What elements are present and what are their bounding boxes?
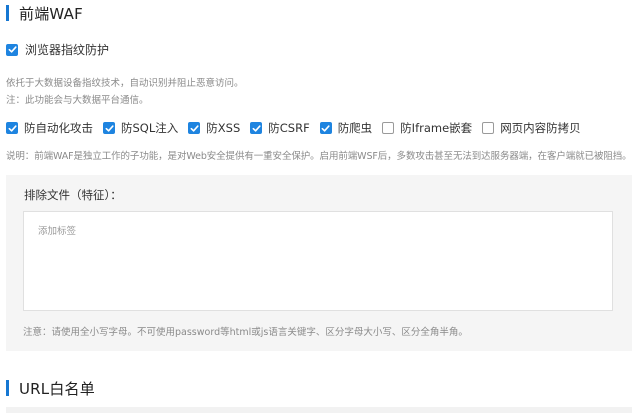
- anti-csrf-label[interactable]: 防CSRF: [268, 120, 309, 136]
- anti-crawler-label[interactable]: 防爬虫: [338, 120, 373, 136]
- check-icon: [8, 46, 17, 53]
- url-whitelist-section-header: URL白名单: [6, 377, 95, 399]
- waf-description: 说明：前端WAF是独立工作的子功能，是对Web安全提供有一重安全保护。启用前端W…: [6, 151, 632, 162]
- waf-section-title: 前端WAF: [19, 4, 83, 23]
- fingerprint-note: 注：此功能会与大数据平台通信。: [6, 95, 149, 106]
- anti-iframe-label[interactable]: 防Iframe嵌套: [400, 120, 472, 136]
- option-anti-sql-injection[interactable]: 防SQL注入: [103, 120, 178, 136]
- tag-input-placeholder[interactable]: 添加标签: [38, 223, 76, 237]
- anti-sql-injection-checkbox[interactable]: [103, 122, 115, 134]
- check-icon: [321, 124, 330, 132]
- option-anti-iframe[interactable]: 防Iframe嵌套: [382, 120, 472, 136]
- waf-section-header: 前端WAF: [6, 2, 83, 24]
- fingerprint-hint: 依托于大数据设备指纹技术，自动识别并阻止恶意访问。: [6, 78, 244, 89]
- anti-xss-checkbox[interactable]: [188, 122, 201, 134]
- anti-xss-label[interactable]: 防XSS: [206, 120, 240, 136]
- fingerprint-label[interactable]: 浏览器指纹防护: [25, 41, 109, 58]
- anti-copy-label[interactable]: 网页内容防拷贝: [500, 120, 581, 136]
- section-accent-bar: [6, 380, 9, 396]
- section-accent-bar: [6, 5, 9, 21]
- exclude-files-label: 排除文件（特征）：: [24, 188, 122, 202]
- option-anti-copy[interactable]: 网页内容防拷贝: [482, 120, 581, 136]
- anti-automation-checkbox[interactable]: [6, 122, 18, 134]
- protection-options: 防自动化攻击 防SQL注入 防XSS 防CSRF 防爬虫 防Iframe嵌套 网…: [6, 120, 591, 136]
- check-icon: [105, 124, 114, 132]
- fingerprint-checkbox[interactable]: [6, 43, 18, 56]
- option-anti-csrf[interactable]: 防CSRF: [250, 120, 310, 136]
- option-anti-automation[interactable]: 防自动化攻击: [6, 120, 93, 136]
- tag-input-box[interactable]: 添加标签: [23, 211, 613, 311]
- fingerprint-option[interactable]: 浏览器指纹防护: [6, 41, 109, 58]
- url-whitelist-title: URL白名单: [19, 379, 95, 398]
- anti-iframe-checkbox[interactable]: [382, 122, 395, 134]
- check-icon: [252, 124, 261, 132]
- anti-csrf-checkbox[interactable]: [250, 122, 263, 134]
- anti-automation-label[interactable]: 防自动化攻击: [24, 120, 93, 136]
- check-icon: [190, 124, 199, 132]
- option-anti-crawler[interactable]: 防爬虫: [319, 120, 373, 136]
- check-icon: [8, 124, 17, 132]
- anti-copy-checkbox[interactable]: [482, 122, 495, 134]
- anti-sql-injection-label[interactable]: 防SQL注入: [121, 120, 178, 136]
- exclude-files-panel: 排除文件（特征）： 添加标签 注意：请使用全小写字母。不可使用password等…: [6, 175, 632, 351]
- option-anti-xss[interactable]: 防XSS: [188, 120, 240, 136]
- url-whitelist-panel-top: [6, 407, 632, 413]
- anti-crawler-checkbox[interactable]: [319, 122, 332, 134]
- exclude-files-note: 注意：请使用全小写字母。不可使用password等html或js语言关键字、区分…: [23, 327, 468, 338]
